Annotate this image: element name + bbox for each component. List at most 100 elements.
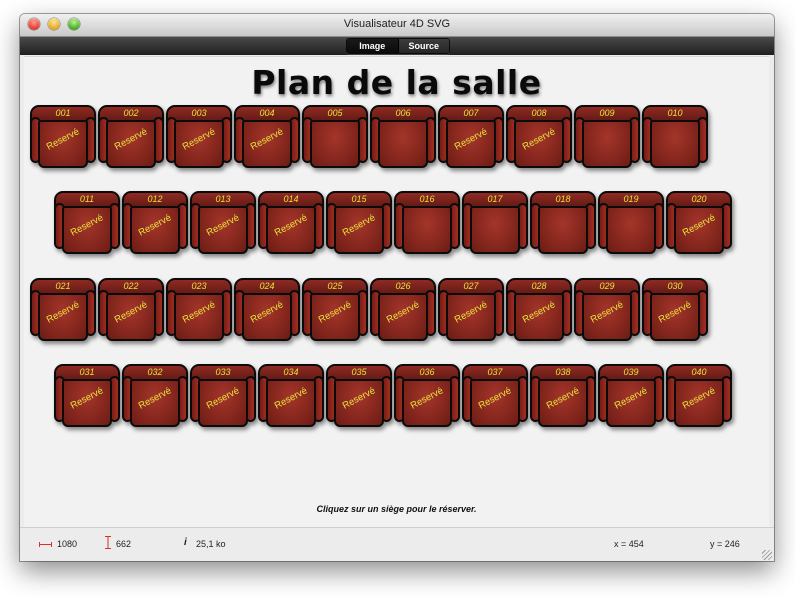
- toolbar: Image Source: [20, 37, 774, 55]
- seat-039[interactable]: 039 Reservé: [598, 364, 664, 430]
- seat-number: 031: [79, 367, 95, 377]
- status-bar: 1080 662 i 25,1 ko x = 454 y = 246: [20, 527, 774, 561]
- seat-number: 034: [283, 367, 299, 377]
- seat-033[interactable]: 033 Reservé: [190, 364, 256, 430]
- seat-014[interactable]: 014 Reservé: [258, 191, 324, 257]
- seat-019[interactable]: 019Reservé: [598, 191, 664, 257]
- seat-025[interactable]: 025 Reservé: [302, 278, 368, 344]
- seat-number: 039: [623, 367, 639, 377]
- seat-032[interactable]: 032 Reservé: [122, 364, 188, 430]
- seat-024[interactable]: 024 Reservé: [234, 278, 300, 344]
- seat-cushion: [378, 120, 428, 168]
- seat-027[interactable]: 027 Reservé: [438, 278, 504, 344]
- seat-029[interactable]: 029 Reservé: [574, 278, 640, 344]
- seat-012[interactable]: 012 Reservé: [122, 191, 188, 257]
- instruction-text: Cliquez sur un siège pour le réserver.: [316, 504, 477, 514]
- seat-005[interactable]: 005Reservé: [302, 105, 368, 171]
- seat-023[interactable]: 023 Reservé: [166, 278, 232, 344]
- seat-number: 018: [555, 194, 571, 204]
- seat-cushion: [582, 120, 632, 168]
- seat-030[interactable]: 030 Reservé: [642, 278, 708, 344]
- seat-number: 019: [623, 194, 639, 204]
- seat-number: 027: [463, 281, 479, 291]
- seat-026[interactable]: 026 Reservé: [370, 278, 436, 344]
- seat-number: 029: [599, 281, 615, 291]
- seat-017[interactable]: 017Reservé: [462, 191, 528, 257]
- seat-031[interactable]: 031 Reservé: [54, 364, 120, 430]
- seat-number: 017: [487, 194, 503, 204]
- seat-cushion: [606, 206, 656, 254]
- page-title: Plan de la salle: [251, 63, 542, 102]
- seat-035[interactable]: 035 Reservé: [326, 364, 392, 430]
- seat-015[interactable]: 015 Reservé: [326, 191, 392, 257]
- seat-number: 040: [691, 367, 707, 377]
- seat-number: 032: [147, 367, 163, 377]
- seat-cushion: [538, 206, 588, 254]
- seat-028[interactable]: 028 Reservé: [506, 278, 572, 344]
- file-size: 25,1 ko: [196, 539, 226, 549]
- cursor-x: x = 454: [614, 539, 644, 549]
- seat-010[interactable]: 010Reservé: [642, 105, 708, 171]
- seat-cushion: [402, 206, 452, 254]
- cursor-y: y = 246: [710, 539, 740, 549]
- seat-number: 021: [55, 281, 71, 291]
- seat-number: 037: [487, 367, 503, 377]
- seat-037[interactable]: 037 Reservé: [462, 364, 528, 430]
- seat-007[interactable]: 007 Reservé: [438, 105, 504, 171]
- seat-004[interactable]: 004 Reservé: [234, 105, 300, 171]
- seat-number: 016: [419, 194, 435, 204]
- seat-number: 036: [419, 367, 435, 377]
- seat-number: 033: [215, 367, 231, 377]
- tab-source[interactable]: Source: [398, 39, 449, 53]
- seat-number: 025: [327, 281, 343, 291]
- seat-number: 013: [215, 194, 231, 204]
- seat-011[interactable]: 011 Reservé: [54, 191, 120, 257]
- seat-number: 008: [531, 108, 547, 118]
- seat-number: 009: [599, 108, 615, 118]
- seat-cushion: [470, 206, 520, 254]
- seat-number: 020: [691, 194, 707, 204]
- seat-number: 026: [395, 281, 411, 291]
- seat-022[interactable]: 022 Reservé: [98, 278, 164, 344]
- seat-number: 023: [191, 281, 207, 291]
- seat-number: 015: [351, 194, 367, 204]
- seat-040[interactable]: 040 Reservé: [666, 364, 732, 430]
- seat-number: 007: [463, 108, 479, 118]
- seat-number: 022: [123, 281, 139, 291]
- tab-image[interactable]: Image: [347, 39, 399, 53]
- width-value: 1080: [57, 539, 78, 549]
- seat-number: 003: [191, 108, 207, 118]
- app-window: Visualisateur 4D SVG Image Source Plan d…: [20, 14, 774, 561]
- resize-grip-icon[interactable]: [762, 550, 772, 560]
- seat-number: 010: [667, 108, 683, 118]
- seat-009[interactable]: 009Reservé: [574, 105, 640, 171]
- seat-number: 002: [123, 108, 139, 118]
- seat-number: 006: [395, 108, 411, 118]
- seat-018[interactable]: 018Reservé: [530, 191, 596, 257]
- seat-cushion: [650, 120, 700, 168]
- seat-number: 011: [79, 194, 95, 204]
- seat-number: 035: [351, 367, 367, 377]
- seat-number: 005: [327, 108, 343, 118]
- seat-number: 004: [259, 108, 275, 118]
- height-icon: [105, 536, 111, 549]
- seat-002[interactable]: 002 Reservé: [98, 105, 164, 171]
- seat-021[interactable]: 021 Reservé: [30, 278, 96, 344]
- seat-034[interactable]: 034 Reservé: [258, 364, 324, 430]
- seat-number: 001: [55, 108, 71, 118]
- seat-020[interactable]: 020 Reservé: [666, 191, 732, 257]
- svg-viewer: Plan de la salle 001 Reservé 002 Reservé 003…: [24, 56, 769, 527]
- seat-008[interactable]: 008 Reservé: [506, 105, 572, 171]
- info-icon: i: [184, 537, 187, 548]
- seat-036[interactable]: 036 Reservé: [394, 364, 460, 430]
- seat-001[interactable]: 001 Reservé: [30, 105, 96, 171]
- seat-003[interactable]: 003 Reservé: [166, 105, 232, 171]
- seat-006[interactable]: 006Reservé: [370, 105, 436, 171]
- seat-cushion: [310, 120, 360, 168]
- width-icon: [39, 542, 52, 547]
- seat-016[interactable]: 016Reservé: [394, 191, 460, 257]
- seat-number: 014: [283, 194, 299, 204]
- height-value: 662: [116, 539, 132, 549]
- seat-038[interactable]: 038 Reservé: [530, 364, 596, 430]
- seat-013[interactable]: 013 Reservé: [190, 191, 256, 257]
